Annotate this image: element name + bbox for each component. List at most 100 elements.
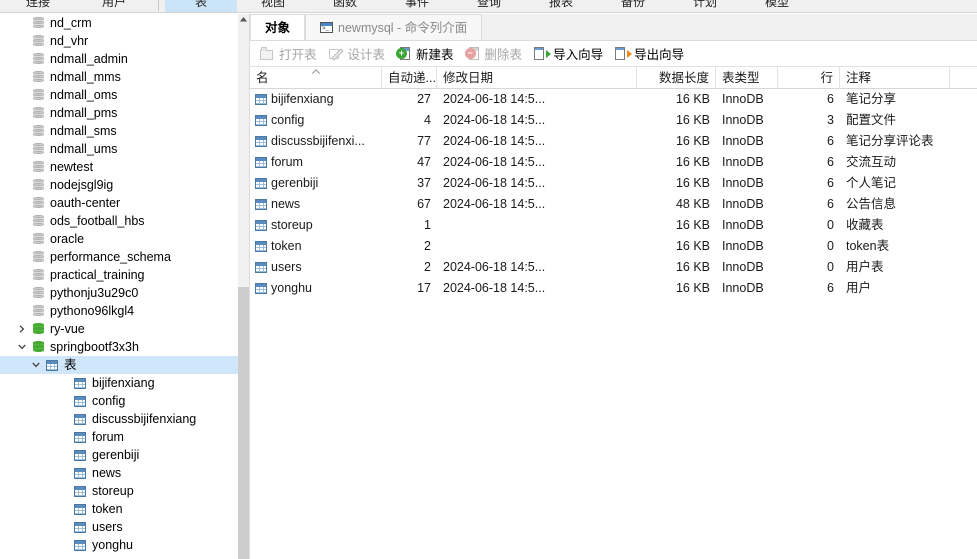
tree-item-forum[interactable]: forum [0,428,238,446]
table-icon [74,413,86,425]
ribbon-tab-6[interactable]: 查询 [453,0,525,12]
tab-command-line-interface[interactable]: newmysql - 命令列介面 [305,14,483,40]
tree-item-practical_training[interactable]: practical_training [0,266,238,284]
tree-item-storeup[interactable]: storeup [0,482,238,500]
scrollbar-thumb[interactable] [238,287,249,559]
new-table-button[interactable]: + 新建表 [392,43,459,65]
tree-item-label: ndmall_oms [50,88,118,102]
tree-item-ndmall_oms[interactable]: ndmall_oms [0,86,238,104]
tree-item-icon [30,266,46,284]
grid-column-header-label: 行 [820,70,833,85]
table-icon [74,431,86,443]
table-list-grid[interactable]: 名自动递... 修改日期 数据长度 表类型 行注释 bijifenxiang 27 2024… [250,66,977,559]
main-pane: 对象 newmysql - 命令列介面 打开表设计表+新建表−删除表导入向导导出… [250,14,977,559]
grid-column-header-0[interactable]: 名 [250,66,382,89]
tree-item-label: pythono96lkgl4 [50,304,135,318]
tree-item-label: nd_crm [50,16,92,30]
database-tree[interactable]: nd_crm nd_vhr ndmall_admin ndmall_mmsndmall… [0,14,238,559]
import-wizard-button[interactable]: 导入向导 [529,43,608,65]
tree-item-performance_schema[interactable]: performance_schema [0,248,238,266]
database-icon [32,340,44,354]
ribbon-tab-0[interactable]: 连接 [0,0,76,12]
cell-text: yonghu [271,281,313,295]
grid-column-header-4[interactable]: 表类型 [716,66,778,89]
chevron-down-icon[interactable] [14,338,30,356]
grid-column-header-5[interactable]: 行 [778,66,840,89]
ribbon-separator [158,0,159,11]
tree-item-users[interactable]: users [0,518,238,536]
tabstrip: 对象 newmysql - 命令列介面 [250,14,977,41]
scroll-up-arrow-icon[interactable] [238,14,249,25]
tree-item-ndmall_mms[interactable]: ndmall_mms [0,68,238,86]
table-row[interactable]: token 2 16 KB InnoDB 0 token表 [250,236,977,257]
table-icon [255,115,267,126]
tree-item-pythonju3u29c0[interactable]: pythonju3u29c0 [0,284,238,302]
tree-item-icon [72,464,88,482]
cell-data_length: 16 KB [675,92,710,106]
cell-comment: 收藏表 [846,218,884,232]
tree-item-oracle[interactable]: oracle [0,230,238,248]
cell-data_length: 16 KB [675,260,710,274]
database-icon [32,124,44,138]
tree-item-ods_football_hbs[interactable]: ods_football_hbs [0,212,238,230]
tree-item-yonghu[interactable]: yonghu [0,536,238,554]
tree-item-ndmall_ums[interactable]: ndmall_ums [0,140,238,158]
export-wizard-button[interactable]: 导出向导 [610,43,689,65]
tree-item-label: gerenbiji [92,448,140,462]
tree-item-newtest[interactable]: newtest [0,158,238,176]
table-icon [255,94,267,105]
grid-column-header-2[interactable]: 修改日期 [437,66,637,89]
tree-item-ndmall_admin[interactable]: ndmall_admin [0,50,238,68]
ribbon-tab-2[interactable]: 表 [165,0,237,12]
cell-name: bijifenxiang [250,89,382,110]
tree-item-ry-vue[interactable]: ry-vue [0,320,238,338]
ribbon-tab-8[interactable]: 备份 [597,0,669,12]
table-row[interactable]: news 67 2024-06-18 14:5... 48 KB InnoDB 6 公告信息 [250,194,977,215]
table-row[interactable]: bijifenxiang 27 2024-06-18 14:5... 16 KB Inn… [250,89,977,110]
tree-item-config[interactable]: config [0,392,238,410]
table-row[interactable]: storeup 1 16 KB InnoDB 0 收藏表 [250,215,977,236]
tree-item-bijifenxiang[interactable]: bijifenxiang [0,374,238,392]
grid-column-header-3[interactable]: 数据长度 [637,66,716,89]
tree-item-springbootf3x3h[interactable]: springbootf3x3h [0,338,238,356]
table-row[interactable]: yonghu 17 2024-06-18 14:5... 16 KB InnoDB 6 用户 [250,278,977,299]
table-row[interactable]: gerenbiji 37 2024-06-18 14:5... 16 KB InnoDB… [250,173,977,194]
tree-item-discussbijifenxiang[interactable]: discussbijifenxiang [0,410,238,428]
tree-item-表[interactable]: 表 [0,356,238,374]
tree-item-gerenbiji[interactable]: gerenbiji [0,446,238,464]
tree-item-pythono96lkgl4[interactable]: pythono96lkgl4 [0,302,238,320]
tree-item-nodejsgl9ig[interactable]: nodejsgl9ig [0,176,238,194]
table-row[interactable]: discussbijifenxi... 77 2024-06-18 14:5... 1… [250,131,977,152]
ribbon-tab-5[interactable]: 事件 [381,0,453,12]
ribbon-tab-label: 函数 [332,0,357,9]
table-row[interactable]: users 2 2024-06-18 14:5... 16 KB InnoDB 0 用户表 [250,257,977,278]
sort-ascending-icon [311,68,320,76]
chevron-right-icon[interactable] [14,320,30,338]
cell-text: token [271,239,302,253]
tree-item-nd_vhr[interactable]: nd_vhr [0,32,238,50]
tree-vertical-scrollbar[interactable] [238,14,249,559]
tree-item-ndmall_pms[interactable]: ndmall_pms [0,104,238,122]
tree-item-nd_crm[interactable]: nd_crm [0,14,238,32]
ribbon-tab-9[interactable]: 计划 [669,0,741,12]
tree-item-token[interactable]: token [0,500,238,518]
ribbon-tab-10[interactable]: 模型 [741,0,813,12]
tree-item-ndmall_sms[interactable]: ndmall_sms [0,122,238,140]
table-row[interactable]: config 4 2024-06-18 14:5... 16 KB InnoDB 3 配置文… [250,110,977,131]
ribbon-tab-4[interactable]: 函数 [309,0,381,12]
ribbon-tab-3[interactable]: 视图 [237,0,309,12]
tab-object[interactable]: 对象 [250,14,306,40]
cell-name: token [250,236,382,257]
ribbon-tab-7[interactable]: 报表 [525,0,597,12]
grid-column-header-6[interactable]: 注释 [840,66,950,89]
tree-item-news[interactable]: news [0,464,238,482]
grid-body[interactable]: bijifenxiang 27 2024-06-18 14:5... 16 KB Inn… [250,89,977,299]
tree-item-icon [30,338,46,356]
tree-item-label: ndmall_mms [50,70,121,84]
ribbon-tab-1[interactable]: 用户 [76,0,152,12]
chevron-down-icon[interactable] [28,356,44,374]
tree-twisty-empty [14,50,30,68]
tree-item-oauth-center[interactable]: oauth-center [0,194,238,212]
table-row[interactable]: forum 47 2024-06-18 14:5... 16 KB InnoDB 6 交流互… [250,152,977,173]
grid-column-header-1[interactable]: 自动递... [382,66,437,89]
